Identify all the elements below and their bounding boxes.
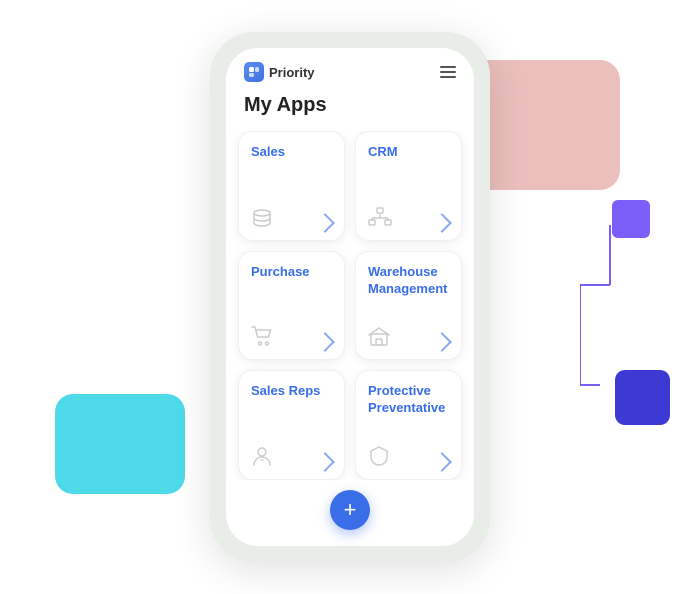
app-card-bottom-purchase [251,326,332,351]
app-name-purchase: Purchase [251,264,332,281]
app-name-sales-reps: Sales Reps [251,383,332,400]
hamburger-line-2 [440,71,456,73]
app-name-protective: Protective Preventative [368,383,449,417]
app-card-protective[interactable]: Protective Preventative [355,370,462,480]
check-badge: ✓ [130,314,190,374]
protective-icon [368,446,390,471]
hamburger-menu-icon[interactable] [440,66,456,78]
bg-decoration-cyan: ✓ [55,394,185,494]
purchase-arrow [315,332,335,352]
app-name-warehouse: Warehouse Management [368,264,449,298]
sales-arrow [315,213,335,233]
app-card-bottom-sales [251,209,332,232]
add-icon: + [344,497,357,523]
page-title: My Apps [226,90,474,131]
phone-header: Priority [226,48,474,90]
app-card-sales[interactable]: Sales [238,131,345,241]
app-card-sales-reps[interactable]: Sales Reps [238,370,345,480]
sales-reps-arrow [315,452,335,472]
connector-line [580,225,640,425]
hamburger-line-3 [440,76,456,78]
app-card-bottom-crm [368,207,449,232]
app-card-warehouse[interactable]: Warehouse Management [355,251,462,361]
crm-icon [368,207,392,232]
warehouse-arrow [432,332,452,352]
crm-arrow [432,213,452,233]
app-card-bottom-warehouse [368,326,449,351]
hamburger-line-1 [440,66,456,68]
apps-grid: Sales CRM [226,131,474,480]
phone-frame: Priority My Apps Sales [210,32,490,562]
sales-reps-icon [251,446,273,471]
warehouse-icon [368,326,390,351]
phone-bottom: + [226,480,474,546]
add-button[interactable]: + [330,490,370,530]
logo-text: Priority [269,65,315,80]
logo-icon [244,62,264,82]
app-card-bottom-protective [368,446,449,471]
phone-screen: Priority My Apps Sales [226,48,474,546]
app-name-crm: CRM [368,144,449,161]
purchase-icon [251,326,273,351]
sales-icon [251,209,273,232]
app-name-sales: Sales [251,144,332,161]
protective-arrow [432,452,452,472]
app-card-crm[interactable]: CRM [355,131,462,241]
app-card-purchase[interactable]: Purchase [238,251,345,361]
logo-area: Priority [244,62,315,82]
app-card-bottom-sales-reps [251,446,332,471]
